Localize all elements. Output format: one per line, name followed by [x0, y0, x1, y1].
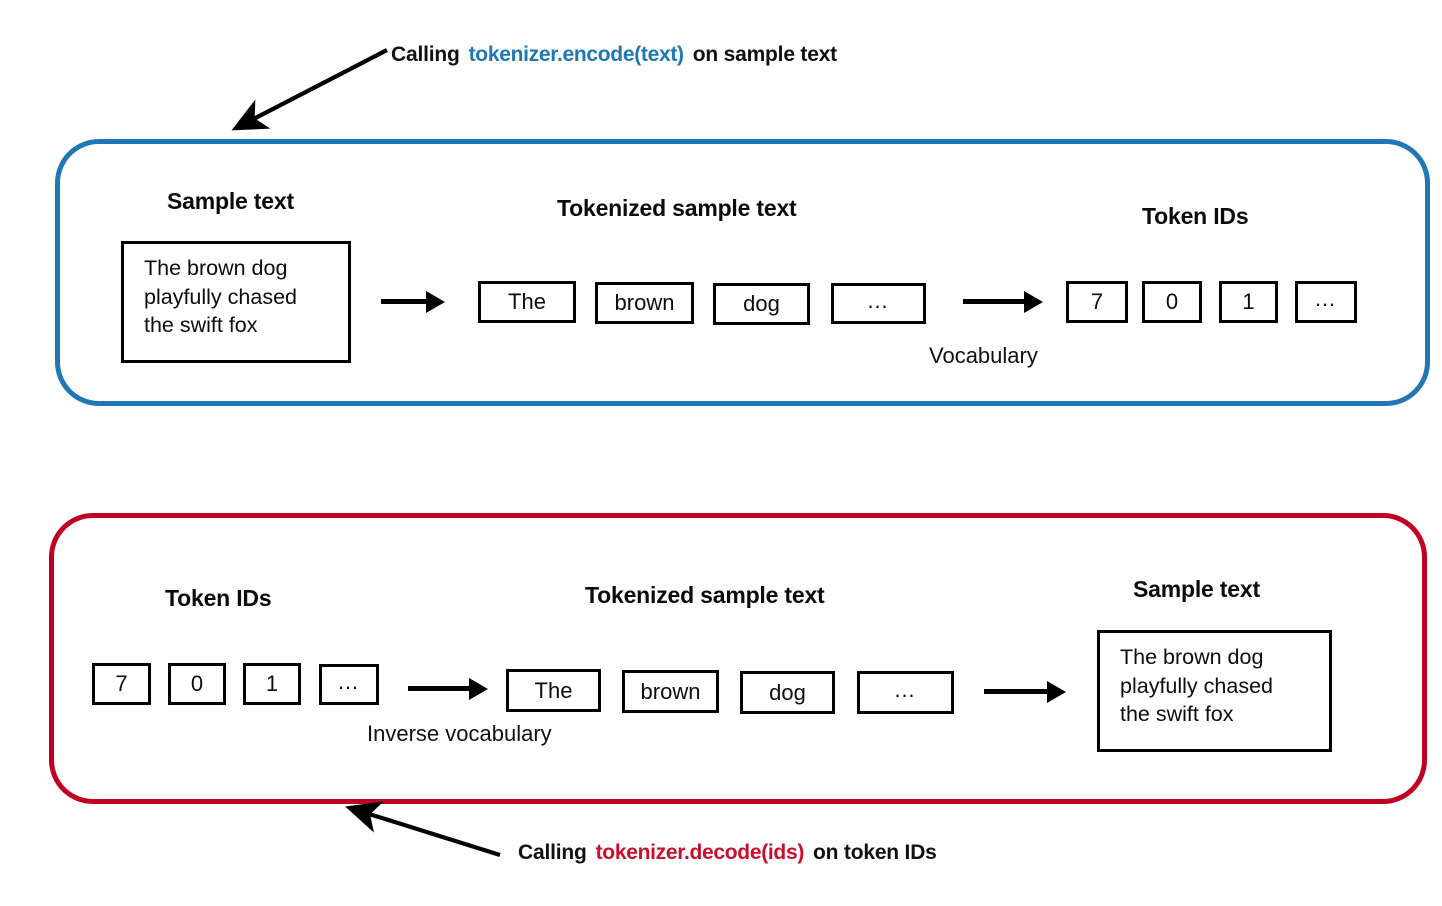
encode-token-cell-1: brown: [595, 282, 694, 324]
decode-token-id-cell-3: …: [319, 664, 379, 705]
decode-token-cell-2: dog: [740, 671, 835, 714]
encode-caption-suffix: on sample text: [692, 43, 837, 66]
diagram-canvas: Calling tokenizer.encode(text) on sample t…: [0, 0, 1442, 906]
encode-token-cell-2: dog: [713, 283, 810, 325]
decode-heading-token-ids: Token IDs: [165, 585, 272, 611]
encode-token-id-cell-3: …: [1295, 281, 1357, 323]
decode-token-id-cell-0: 7: [92, 663, 151, 705]
encode-token-cell-3: …: [831, 283, 926, 324]
encode-token-id-cell-0: 7: [1066, 281, 1128, 323]
decode-mapping-label: Inverse vocabulary: [367, 721, 552, 746]
encode-heading-token-ids: Token IDs: [1142, 203, 1249, 229]
encode-token-id-cell-2: 1: [1219, 281, 1278, 323]
encode-mapping-label: Vocabulary: [929, 343, 1038, 368]
decode-token-cell-1: brown: [622, 670, 719, 713]
encode-caption-prefix: Calling: [391, 43, 460, 66]
encode-heading-tokenized: Tokenized sample text: [557, 195, 797, 221]
decode-arrow-tokens-to-text: [984, 681, 1068, 703]
encode-heading-sample-text: Sample text: [167, 188, 294, 214]
decode-sample-text-box: The brown dog playfully chased the swift…: [1097, 630, 1332, 752]
encode-token-id-cell-1: 0: [1142, 281, 1202, 323]
encode-caption: Calling tokenizer.encode(text) on sample t…: [391, 43, 837, 67]
decode-arrow-ids-to-tokens: [408, 678, 488, 700]
decode-token-cell-3: …: [857, 671, 954, 714]
decode-caption-code: tokenizer.decode(ids): [595, 841, 805, 864]
decode-caption-suffix: on token IDs: [813, 841, 937, 864]
encode-caption-code: tokenizer.encode(text): [468, 43, 684, 66]
decode-heading-sample-text: Sample text: [1133, 576, 1260, 602]
decode-token-cell-0: The: [506, 669, 601, 712]
encode-arrow-text-to-tokens: [381, 291, 445, 313]
decode-caption: Calling tokenizer.decode(ids) on token IDs: [518, 841, 937, 865]
decode-token-id-cell-1: 0: [168, 663, 226, 705]
encode-token-cell-0: The: [478, 281, 576, 323]
encode-arrow-tokens-to-ids: [963, 291, 1043, 313]
decode-heading-tokenized: Tokenized sample text: [585, 582, 825, 608]
decode-token-id-cell-2: 1: [243, 663, 301, 705]
encode-sample-text-box: The brown dog playfully chased the swift…: [121, 241, 351, 363]
decode-caption-prefix: Calling: [518, 841, 587, 864]
